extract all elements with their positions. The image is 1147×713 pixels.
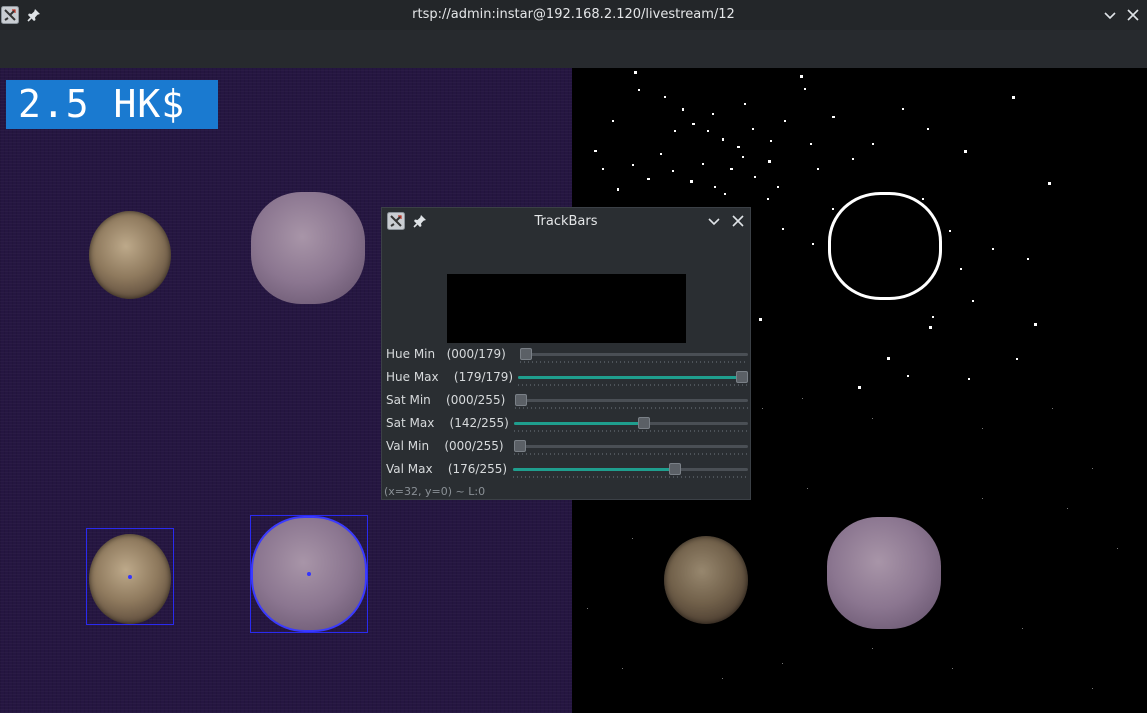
slider-handle[interactable] [669, 463, 681, 475]
close-icon[interactable] [729, 212, 747, 230]
slider-ticks [513, 476, 748, 478]
slider-fill [518, 376, 748, 379]
trackbars-title: TrackBars [534, 214, 598, 229]
slider-track[interactable] [514, 417, 748, 429]
slider-label: Hue Min (000/179) [386, 347, 506, 361]
slider-track[interactable] [513, 463, 748, 475]
detection-center [307, 572, 311, 576]
coin-image [827, 517, 941, 629]
slider-track[interactable] [514, 440, 748, 452]
slider-row: Sat Max (142/255) [382, 412, 750, 435]
trackbars-titlebar[interactable]: TrackBars [382, 208, 750, 235]
slider-label: Sat Min (000/255) [386, 393, 506, 407]
trackbars-window[interactable]: TrackBars Hue Min (000/179) Hue Max (179/… [381, 207, 751, 500]
slider-ticks [515, 407, 748, 409]
slider-row: Hue Min (000/179) [382, 343, 750, 366]
main-titlebar: rtsp://admin:instar@192.168.2.120/livest… [0, 0, 1147, 30]
detection-center [128, 575, 132, 579]
amount-badge: 2.5 HK$ [6, 80, 218, 129]
slider-label: Val Max (176/255) [386, 462, 508, 476]
slider-row: Sat Min (000/255) [382, 389, 750, 412]
slider-handle[interactable] [638, 417, 650, 429]
slider-row: Val Max (176/255) [382, 458, 750, 481]
main-toolbar [0, 30, 1147, 68]
slider-row: Val Min (000/255) [382, 435, 750, 458]
slider-fill [514, 422, 644, 425]
slider-label: Val Min (000/255) [386, 439, 504, 453]
close-icon[interactable] [1124, 6, 1142, 24]
chevron-down-icon[interactable] [1101, 6, 1119, 24]
slider-handle[interactable] [736, 371, 748, 383]
slider-ticks [518, 384, 748, 386]
slider-handle[interactable] [520, 348, 532, 360]
slider-label: Sat Max (142/255) [386, 416, 509, 430]
chevron-down-icon[interactable] [705, 212, 723, 230]
slider-ticks [520, 361, 748, 363]
coin-image [664, 536, 748, 624]
slider-row: Hue Max (179/179) [382, 366, 750, 389]
coin-image [251, 192, 365, 304]
slider-track[interactable] [520, 348, 748, 360]
status-text: (x=32, y=0) ~ L:0 [384, 485, 486, 498]
slider-fill [513, 468, 675, 471]
slider-handle[interactable] [514, 440, 526, 452]
slider-track[interactable] [518, 371, 748, 383]
slider-ticks [514, 430, 748, 432]
color-preview [447, 274, 686, 343]
coin-image [89, 211, 171, 299]
slider-track[interactable] [515, 394, 748, 406]
window-title: rtsp://admin:instar@192.168.2.120/livest… [412, 7, 735, 22]
slider-ticks [514, 453, 748, 455]
slider-label: Hue Max (179/179) [386, 370, 514, 384]
slider-handle[interactable] [515, 394, 527, 406]
mask-contour [828, 192, 942, 300]
